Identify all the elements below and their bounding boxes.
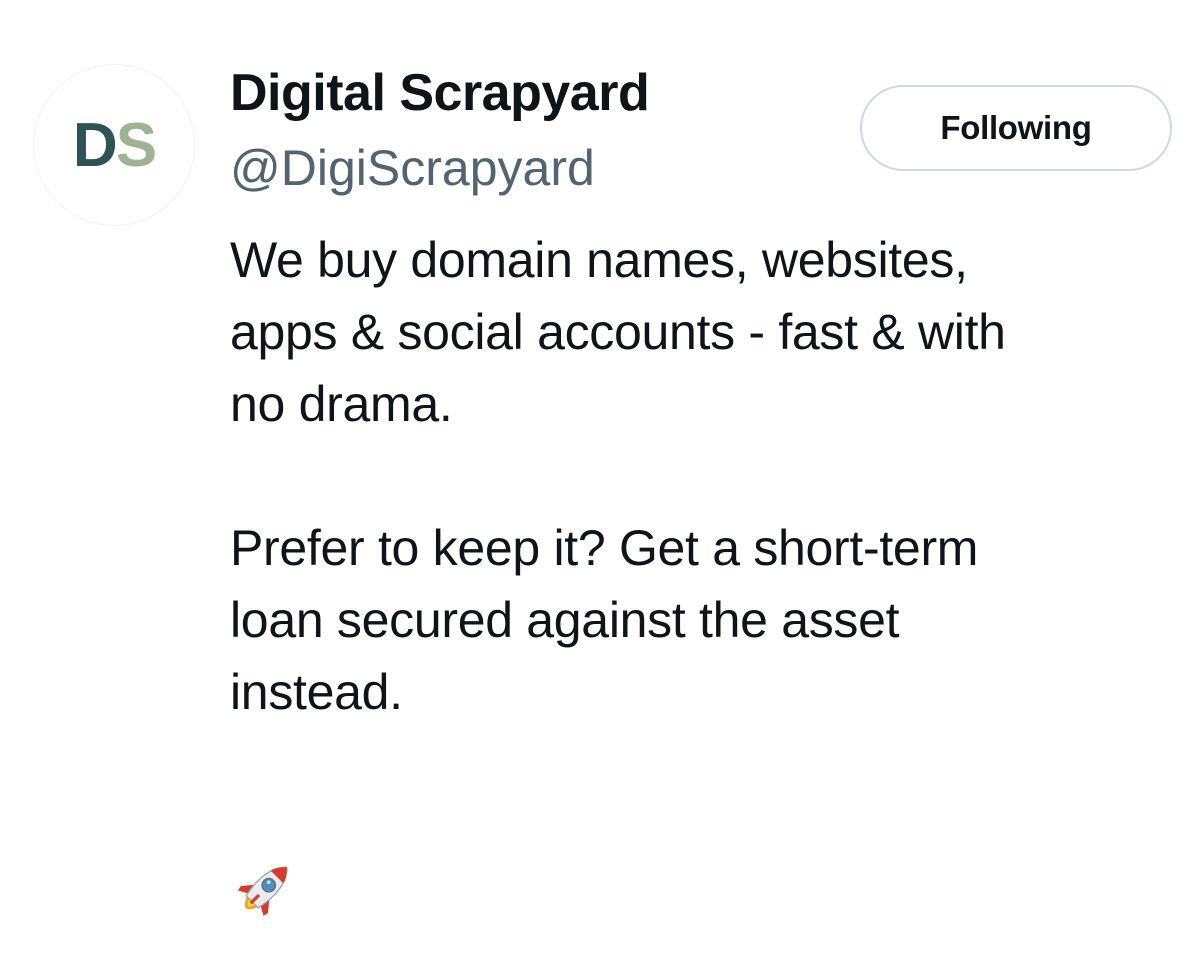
display-name[interactable]: Digital Scrapyard	[230, 64, 650, 124]
bio-paragraph-gap	[230, 440, 1180, 512]
bio-line: loan secured against the asset	[230, 592, 900, 648]
profile-bio: We buy domain names, websites, apps & so…	[230, 224, 1180, 728]
bio-line: instead.	[230, 664, 403, 720]
avatar-initial-d: D	[72, 111, 118, 180]
rocket-icon	[237, 866, 288, 917]
avatar[interactable]: DS	[33, 64, 195, 226]
avatar-logo: DS	[73, 115, 157, 177]
following-button[interactable]: Following	[860, 85, 1172, 171]
following-button-label: Following	[940, 109, 1092, 146]
bio-line: no drama.	[230, 376, 453, 432]
bio-line: We buy domain names, websites,	[230, 232, 968, 288]
avatar-initial-s: S	[115, 111, 157, 180]
bio-line: apps & social accounts - fast & with	[230, 304, 1006, 360]
bio-line: Prefer to keep it? Get a short-term	[230, 520, 979, 576]
user-handle[interactable]: @DigiScrapyard	[230, 140, 595, 198]
